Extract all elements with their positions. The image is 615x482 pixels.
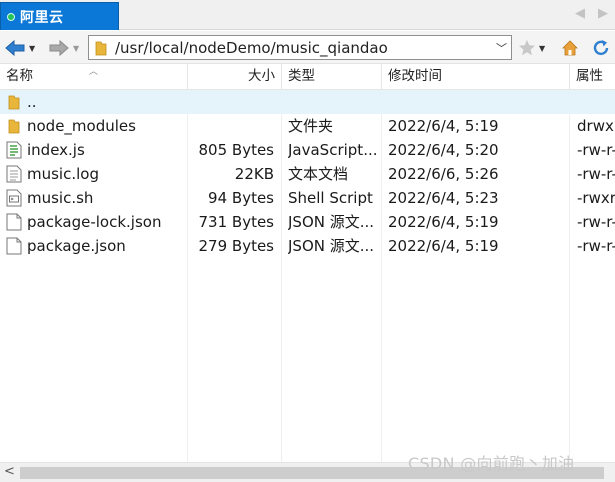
file-row-index-js[interactable]: index.js 805 Bytes JavaScript... 2022/6/… — [0, 138, 615, 162]
column-modified-label: 修改时间 — [388, 68, 442, 84]
file-icon — [6, 213, 22, 231]
column-type-label: 类型 — [288, 68, 315, 84]
forward-button[interactable]: ▼ — [48, 37, 79, 59]
file-row-package-lock-json[interactable]: package-lock.json 731 Bytes JSON 源文... 2… — [0, 210, 615, 234]
home-icon — [562, 40, 578, 56]
file-name: music.sh — [27, 189, 94, 207]
shell-file-icon — [6, 189, 22, 207]
column-attributes-label: 属性 — [576, 68, 603, 84]
file-icon — [6, 237, 22, 255]
file-size: 279 Bytes — [198, 237, 275, 255]
file-size: 805 Bytes — [198, 141, 275, 159]
file-attributes: -rw-r- — [577, 213, 615, 231]
tab-bar: 阿里云 ◀ ▶ — [0, 0, 615, 30]
column-size-label: 大小 — [248, 68, 275, 84]
chevron-down-icon[interactable]: ﹀ — [496, 40, 507, 56]
file-modified: 2022/6/4, 5:19 — [388, 213, 499, 231]
address-bar[interactable]: /usr/local/nodeDemo/music_qiandao ﹀ — [88, 35, 512, 60]
file-name-cell: node_modules — [6, 114, 186, 138]
file-modified: 2022/6/6, 5:26 — [388, 165, 499, 183]
file-row-music-sh[interactable]: music.sh 94 Bytes Shell Script 2022/6/4,… — [0, 186, 615, 210]
file-modified: 2022/6/4, 5:23 — [388, 189, 499, 207]
file-name: node_modules — [27, 117, 136, 135]
file-row-music-log[interactable]: music.log 22KB 文本文档 2022/6/6, 5:26 -rw-r… — [0, 162, 615, 186]
back-dropdown-icon[interactable]: ▼ — [29, 44, 35, 53]
file-row-node-modules[interactable]: node_modules 文件夹 2022/6/4, 5:19 drwxr — [0, 114, 615, 138]
tab-aliyun[interactable]: 阿里云 — [0, 2, 119, 30]
file-name: music.log — [27, 165, 99, 183]
file-name: package-lock.json — [27, 213, 162, 231]
sort-ascending-icon: ︿ — [89, 67, 99, 77]
file-name-cell: package-lock.json — [6, 210, 186, 234]
file-size — [190, 90, 274, 114]
column-type[interactable]: 类型 — [282, 64, 382, 90]
file-type: Shell Script — [288, 189, 373, 207]
file-attributes: -rw-r- — [577, 141, 615, 159]
connection-status-icon — [7, 12, 15, 21]
file-size: 731 Bytes — [198, 213, 275, 231]
refresh-button[interactable] — [591, 37, 611, 59]
forward-arrow-icon — [49, 39, 69, 57]
tab-scroll-right-icon[interactable]: ▶ — [598, 6, 608, 21]
file-type: 文件夹 — [288, 117, 334, 135]
forward-dropdown-icon[interactable]: ▼ — [73, 44, 79, 53]
folder-icon — [95, 41, 107, 55]
file-type: JSON 源文... — [288, 237, 375, 255]
home-button[interactable] — [561, 37, 579, 59]
address-path[interactable]: /usr/local/nodeDemo/music_qiandao — [115, 39, 388, 57]
file-attributes: -rw-r- — [577, 237, 615, 255]
file-size: 94 Bytes — [208, 189, 274, 207]
file-size — [190, 114, 274, 138]
file-row-package-json[interactable]: package.json 279 Bytes JSON 源文... 2022/6… — [0, 234, 615, 258]
column-name-label: 名称 — [6, 68, 33, 84]
tab-label: 阿里云 — [20, 9, 64, 26]
file-name-cell: package.json — [6, 234, 186, 258]
folder-icon — [8, 95, 20, 110]
file-modified — [388, 90, 568, 114]
watermark: CSDN @向前跑丶加油 — [408, 454, 575, 473]
file-size: 22KB — [234, 165, 274, 183]
column-size[interactable]: 大小 — [188, 64, 282, 90]
favorites-button[interactable]: ▼ — [518, 37, 545, 59]
column-attributes[interactable]: 属性 — [570, 64, 615, 90]
favorites-dropdown-icon[interactable]: ▼ — [539, 44, 545, 53]
file-modified: 2022/6/4, 5:19 — [388, 117, 499, 135]
file-name-cell: music.log — [6, 162, 186, 186]
file-attributes: -rwxr — [577, 189, 615, 207]
text-file-icon — [6, 165, 22, 183]
star-icon — [519, 40, 535, 56]
file-name-cell: index.js — [6, 138, 186, 162]
file-attributes: -rw-r- — [577, 165, 615, 183]
column-header: 名称 ︿ 大小 类型 修改时间 属性 — [0, 64, 615, 90]
js-file-icon — [6, 141, 22, 159]
file-modified: 2022/6/4, 5:20 — [388, 141, 499, 159]
file-type — [288, 90, 380, 114]
file-type: 文本文档 — [288, 165, 349, 183]
tab-scroll-left-icon[interactable]: ◀ — [575, 6, 585, 21]
file-modified: 2022/6/4, 5:19 — [388, 237, 499, 255]
file-type: JavaScript... — [288, 141, 378, 159]
back-button[interactable]: ▼ — [4, 37, 35, 59]
scroll-left-icon[interactable]: < — [4, 464, 15, 479]
file-attributes — [577, 90, 615, 114]
file-row-parent[interactable]: .. — [0, 90, 615, 114]
back-arrow-icon — [5, 39, 25, 57]
refresh-icon — [593, 40, 609, 56]
column-name[interactable]: 名称 ︿ — [0, 64, 188, 90]
file-name: .. — [27, 93, 37, 111]
file-name-cell: music.sh — [6, 186, 186, 210]
file-type: JSON 源文... — [288, 213, 375, 231]
file-name-cell: .. — [6, 90, 186, 114]
file-attributes: drwxr — [577, 117, 615, 135]
column-modified[interactable]: 修改时间 — [382, 64, 570, 90]
folder-icon — [8, 119, 20, 134]
file-name: index.js — [27, 141, 85, 159]
file-name: package.json — [27, 237, 126, 255]
